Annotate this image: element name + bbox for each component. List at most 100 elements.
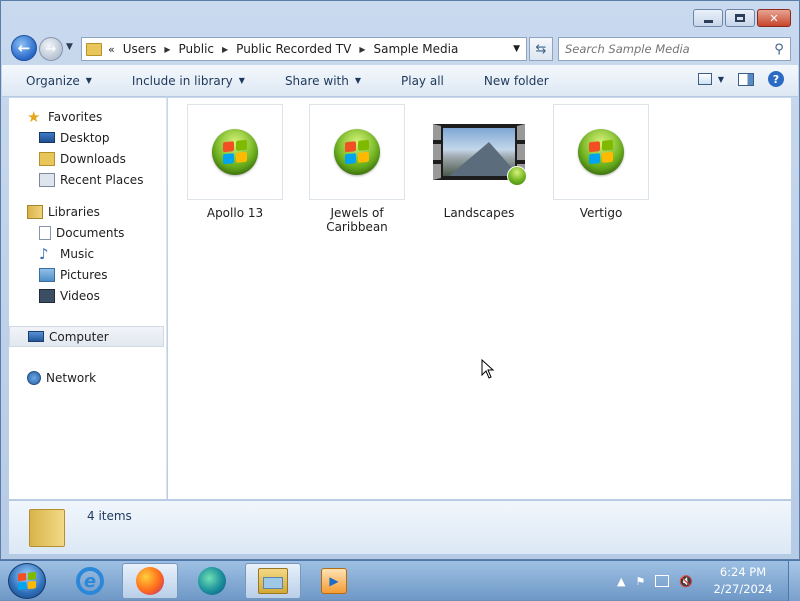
nav-downloads[interactable]: Downloads xyxy=(9,148,166,169)
minimize-icon xyxy=(703,19,713,23)
taskbar-file-explorer[interactable] xyxy=(245,563,301,599)
folder-icon xyxy=(86,42,102,56)
file-item-vertigo[interactable]: Vertigo xyxy=(553,104,649,220)
nav-computer-label: Computer xyxy=(49,329,109,344)
file-explorer-icon xyxy=(258,568,288,594)
file-item-jewels-of-caribbean[interactable]: Jewels of Caribbean xyxy=(309,104,405,234)
forward-button[interactable]: → xyxy=(39,37,63,61)
nav-libraries[interactable]: Libraries xyxy=(9,201,166,222)
play-all-button[interactable]: Play all xyxy=(376,74,459,88)
show-desktop-button[interactable] xyxy=(788,561,800,601)
include-in-library-button[interactable]: Include in library ▼ xyxy=(107,74,260,88)
address-bar[interactable]: « Users ▶ Public ▶ Public Recorded TV ▶ … xyxy=(81,37,527,61)
change-view-icon[interactable] xyxy=(697,73,712,85)
details-pane: 4 items xyxy=(9,500,791,554)
file-name: Apollo 13 xyxy=(206,206,264,220)
nav-recent-places-label: Recent Places xyxy=(60,172,144,187)
nav-desktop[interactable]: Desktop xyxy=(9,127,166,148)
close-button[interactable]: ✕ xyxy=(757,9,791,27)
taskbar: e ▶ ▲ ⚑ 🔇 6:24 PM 2/27/2024 xyxy=(0,560,800,601)
file-name: Landscapes xyxy=(443,206,515,220)
folder-icon xyxy=(29,509,65,547)
include-in-library-label: Include in library xyxy=(131,73,233,88)
help-icon[interactable]: ? xyxy=(768,71,784,87)
address-row: ← → ▼ « Users ▶ Public ▶ Public Recorded… xyxy=(9,33,791,61)
search-box[interactable]: ⚲ xyxy=(558,37,791,61)
breadcrumb-users[interactable]: Users xyxy=(123,42,157,56)
network-group: Network xyxy=(9,367,166,388)
refresh-button[interactable]: ⇆ xyxy=(529,37,553,61)
organize-label: Organize xyxy=(26,73,80,88)
nav-downloads-label: Downloads xyxy=(60,151,126,166)
volume-muted-icon[interactable]: 🔇 xyxy=(679,575,693,588)
breadcrumb-separator-icon[interactable]: ▶ xyxy=(359,45,365,54)
computer-icon xyxy=(28,331,44,342)
nav-desktop-label: Desktop xyxy=(60,130,110,145)
breadcrumb-sample-media[interactable]: Sample Media xyxy=(373,42,458,56)
documents-icon xyxy=(39,225,51,240)
recent-pages-dropdown[interactable]: ▼ xyxy=(66,42,73,52)
nav-pictures-label: Pictures xyxy=(60,267,108,282)
nav-favorites[interactable]: ★ Favorites xyxy=(9,106,166,127)
windows-logo-icon xyxy=(18,571,36,591)
videos-icon xyxy=(39,288,55,303)
taskbar-internet-explorer[interactable]: e xyxy=(62,563,118,599)
nav-recent-places[interactable]: Recent Places xyxy=(9,169,166,190)
windows-media-badge-icon xyxy=(507,166,527,186)
file-thumbnail xyxy=(187,104,283,200)
back-button[interactable]: ← xyxy=(11,35,37,61)
breadcrumb-separator-icon[interactable]: ▶ xyxy=(222,45,228,54)
start-button[interactable] xyxy=(8,563,46,599)
nav-computer[interactable]: Computer xyxy=(9,326,164,347)
file-name: Jewels of Caribbean xyxy=(326,206,388,234)
breadcrumb-separator-icon[interactable]: ▶ xyxy=(164,45,170,54)
video-filmstrip-icon xyxy=(433,124,527,186)
search-icon[interactable]: ⚲ xyxy=(768,42,790,57)
recent-places-icon xyxy=(39,172,55,187)
action-center-flag-icon[interactable]: ⚑ xyxy=(635,575,645,588)
system-tray: ▲ ⚑ 🔇 6:24 PM 2/27/2024 xyxy=(612,561,800,601)
new-folder-button[interactable]: New folder xyxy=(459,74,564,88)
organize-button[interactable]: Organize ▼ xyxy=(2,74,107,88)
address-dropdown-icon[interactable]: ▼ xyxy=(513,44,520,54)
breadcrumb: « Users ▶ Public ▶ Public Recorded TV ▶ … xyxy=(108,42,458,56)
taskbar-edge[interactable] xyxy=(184,563,240,599)
nav-network[interactable]: Network xyxy=(9,367,166,388)
file-item-landscapes[interactable]: Landscapes xyxy=(431,104,527,220)
network-status-icon[interactable] xyxy=(655,575,670,587)
nav-videos-label: Videos xyxy=(60,288,100,303)
breadcrumb-overflow[interactable]: « xyxy=(108,43,115,56)
clock[interactable]: 6:24 PM 2/27/2024 xyxy=(708,564,778,598)
breadcrumb-public-recorded-tv[interactable]: Public Recorded TV xyxy=(236,42,351,56)
windows-media-orb-icon xyxy=(212,129,258,175)
nav-documents[interactable]: Documents xyxy=(9,222,166,243)
maximize-icon xyxy=(735,14,745,22)
favorites-group: ★ Favorites Desktop Downloads Recent Pla… xyxy=(9,106,166,190)
command-bar: Organize ▼ Include in library ▼ Share with… xyxy=(2,65,798,97)
nav-music-label: Music xyxy=(60,246,95,261)
windows-media-orb-icon xyxy=(334,129,380,175)
breadcrumb-public[interactable]: Public xyxy=(179,42,215,56)
downloads-folder-icon xyxy=(39,151,55,166)
nav-libraries-label: Libraries xyxy=(48,204,100,219)
preview-pane-icon[interactable] xyxy=(738,72,754,86)
taskbar-media-player[interactable]: ▶ xyxy=(306,563,362,599)
file-thumbnail xyxy=(309,104,405,200)
share-with-button[interactable]: Share with ▼ xyxy=(260,74,376,88)
taskbar-firefox[interactable] xyxy=(122,563,178,599)
search-input[interactable] xyxy=(565,42,768,56)
item-count: 4 items xyxy=(87,509,132,523)
windows-media-orb-icon xyxy=(578,129,624,175)
more-views-chevron-icon[interactable]: ▼ xyxy=(718,75,724,84)
share-with-label: Share with xyxy=(284,73,349,88)
show-hidden-icons-icon[interactable]: ▲ xyxy=(617,575,625,588)
nav-pictures[interactable]: Pictures xyxy=(9,264,166,285)
network-icon xyxy=(27,370,41,385)
file-item-apollo-13[interactable]: Apollo 13 xyxy=(187,104,283,220)
clock-time: 6:24 PM xyxy=(719,565,767,579)
minimize-button[interactable] xyxy=(693,9,723,27)
music-note-icon: ♪ xyxy=(39,244,49,263)
nav-videos[interactable]: Videos xyxy=(9,285,166,306)
nav-music[interactable]: ♪ Music xyxy=(9,243,166,264)
maximize-button[interactable] xyxy=(725,9,755,27)
